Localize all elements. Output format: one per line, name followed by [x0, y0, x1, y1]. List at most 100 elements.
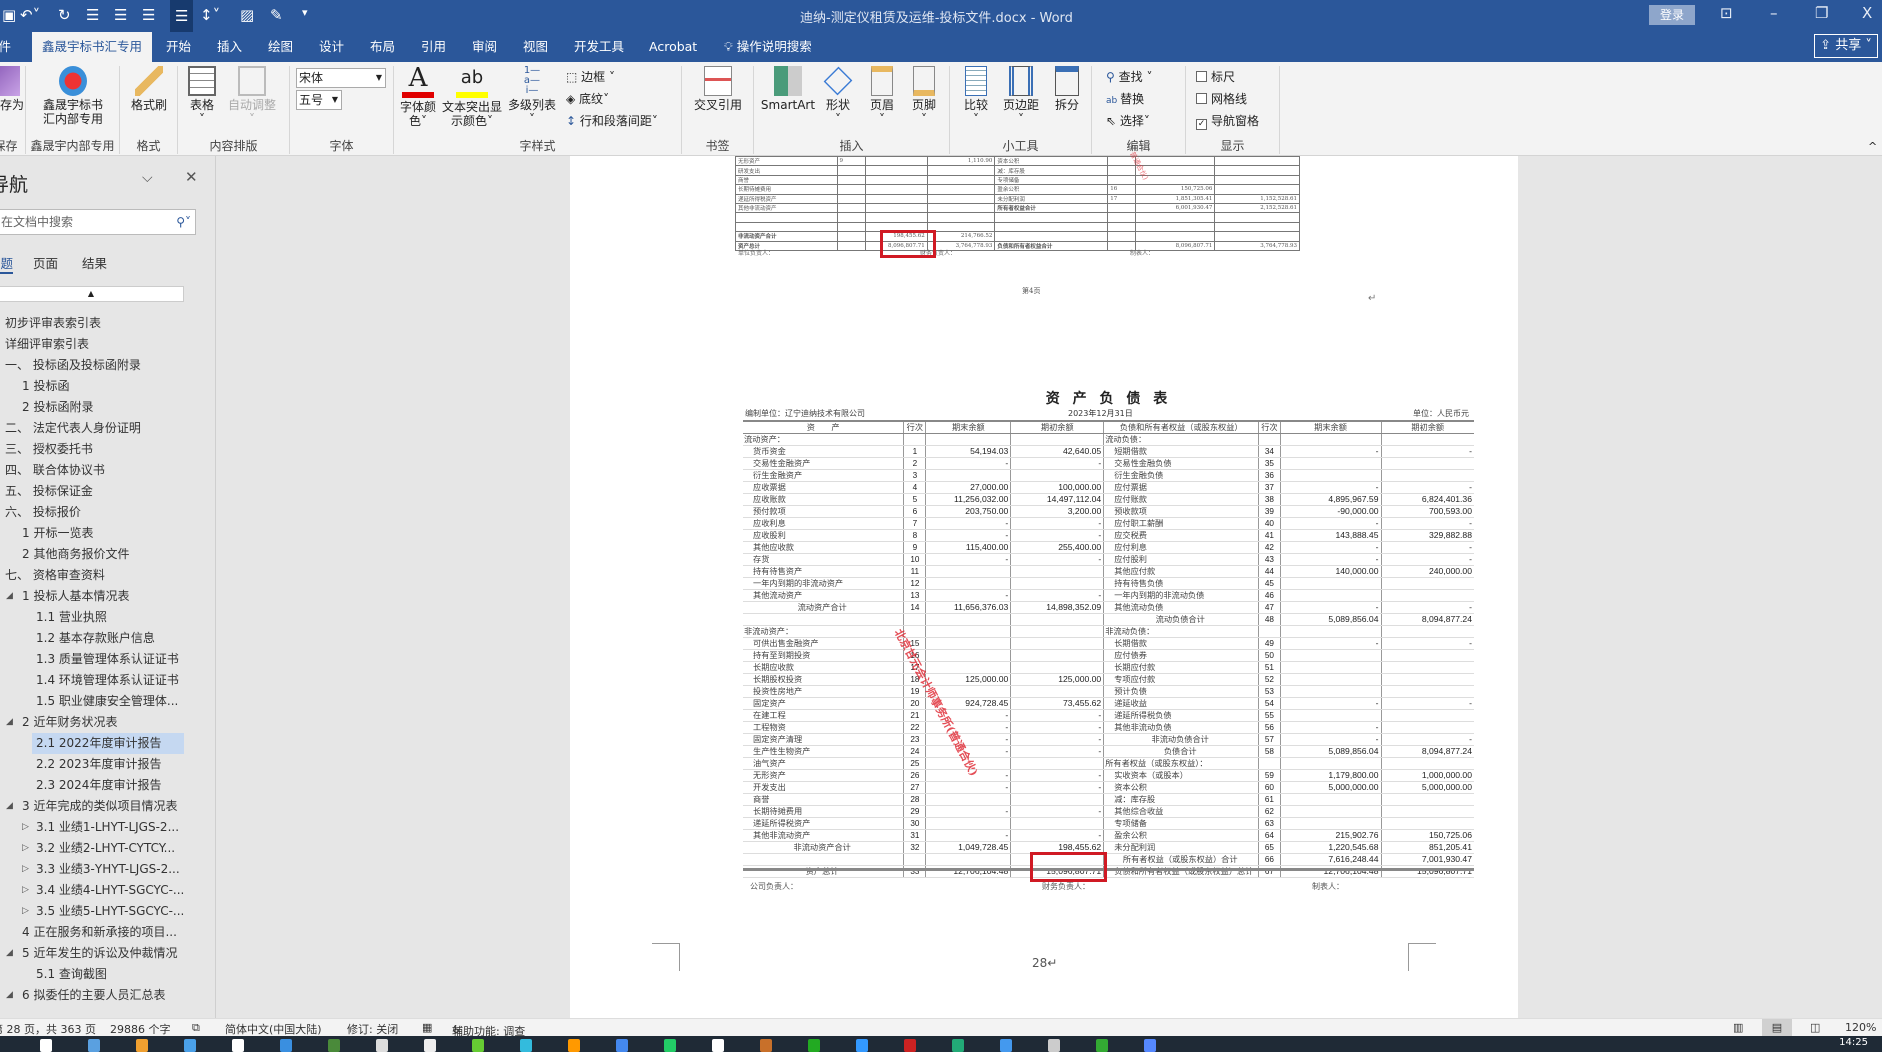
taskbar-app-icon[interactable] — [664, 1039, 676, 1052]
taskbar-app-icon[interactable] — [520, 1039, 532, 1052]
taskbar-app-icon[interactable] — [184, 1039, 196, 1052]
proofing-icon[interactable]: ⧉ — [192, 1021, 200, 1035]
nav-item[interactable]: 5.1 查询截图 — [36, 964, 107, 985]
taskbar-app-icon[interactable] — [376, 1039, 388, 1052]
shapes-button[interactable]: 形状 ˅ — [818, 66, 858, 126]
nav-item[interactable]: 1.2 基本存款账户信息 — [36, 628, 155, 649]
navigation-pane-checkbox[interactable]: ✓ 导航窗格 — [1196, 112, 1259, 130]
align-right-icon[interactable]: ☰ — [142, 6, 155, 24]
collapsed-triangle-icon[interactable]: ▷ — [22, 880, 29, 901]
tab-draw[interactable]: 绘图 — [268, 32, 293, 62]
nav-item[interactable]: 2 其他商务报价文件 — [22, 544, 129, 565]
nav-item[interactable]: 2 投标函附录 — [22, 397, 93, 418]
eraser-icon[interactable]: ✎ — [270, 6, 283, 24]
find-button[interactable]: ⚲ 查找 ˅ — [1106, 68, 1152, 85]
expanded-triangle-icon[interactable]: ◢ — [6, 586, 13, 607]
nav-item[interactable]: 3 近年完成的类似项目情况表 — [22, 796, 177, 817]
tab-acrobat[interactable]: Acrobat — [649, 32, 697, 62]
ribbon-display-button[interactable]: ⊡ — [1720, 4, 1733, 22]
close-button[interactable]: X — [1862, 4, 1872, 22]
taskbar-app-icon[interactable] — [808, 1039, 820, 1052]
gridlines-checkbox[interactable]: 网格线 — [1196, 90, 1247, 107]
share-button[interactable]: ⇪ 共享 ˅ — [1814, 34, 1878, 58]
taskbar-app-icon[interactable] — [616, 1039, 628, 1052]
undo-icon[interactable]: ↶˅ — [20, 6, 40, 24]
nav-item[interactable]: 1.3 质量管理体系认证证书 — [36, 649, 179, 670]
margins-button[interactable]: 页边距 ˅ — [998, 66, 1044, 126]
nav-item[interactable]: 2 近年财务状况表 — [22, 712, 117, 733]
collapsed-triangle-icon[interactable]: ▷ — [22, 838, 29, 859]
tell-me-search[interactable]: 💡︎ 操作说明搜索 — [724, 32, 812, 62]
taskbar-app-icon[interactable] — [904, 1039, 916, 1052]
collapsed-triangle-icon[interactable]: ▷ — [22, 817, 29, 838]
nav-item[interactable]: 初步评审表索引表 — [5, 313, 101, 334]
tab-home[interactable]: 开始 — [166, 32, 191, 62]
collapsed-triangle-icon[interactable]: ▷ — [22, 859, 29, 880]
tab-view[interactable]: 视图 — [523, 32, 548, 62]
search-icon[interactable]: ⚲˅ — [176, 210, 191, 234]
nav-search-input[interactable]: 在文档中搜索 ⚲˅ — [0, 209, 196, 235]
chevron-down-icon[interactable]: ⌵ — [142, 170, 153, 186]
taskbar-app-icon[interactable] — [40, 1039, 52, 1052]
tab-developer[interactable]: 开发工具 — [574, 32, 624, 62]
nav-item[interactable]: 四、 联合体协议书 — [5, 460, 105, 481]
tab-file[interactable]: 文件 — [0, 32, 11, 62]
taskbar-app-icon[interactable] — [952, 1039, 964, 1052]
taskbar-app-icon[interactable] — [568, 1039, 580, 1052]
maximize-button[interactable]: ❐ — [1815, 4, 1828, 22]
nav-item[interactable]: 详细评审索引表 — [5, 334, 89, 355]
taskbar-app-icon[interactable] — [712, 1039, 724, 1052]
select-button[interactable]: ⇖ 选择˅ — [1106, 112, 1150, 129]
nav-item[interactable]: 3.1 业绩1-LHYT-LJGS-2... — [36, 817, 179, 838]
replace-button[interactable]: ab 替换 — [1106, 90, 1144, 107]
border-button[interactable]: ⬚ 边框 ˅ — [566, 68, 615, 85]
internal-button[interactable]: 鑫晟宇标书 汇内部专用 — [34, 66, 112, 126]
collapsed-triangle-icon[interactable]: ▷ — [22, 901, 29, 922]
redo-icon[interactable]: ↻ — [58, 6, 71, 24]
nav-item[interactable]: 1.4 环境管理体系认证证书 — [36, 670, 179, 691]
line-spacing-button[interactable]: ↕ 行和段落间距˅ — [566, 112, 658, 129]
nav-item[interactable]: 3.5 业绩5-LHYT-SGCYC-... — [36, 901, 184, 922]
macro-icon[interactable]: ▦ — [422, 1021, 432, 1034]
taskbar-app-icon[interactable] — [1048, 1039, 1060, 1052]
collapse-all-bar[interactable]: ▲ — [0, 286, 184, 302]
nav-item[interactable]: 二、 法定代表人身份证明 — [5, 418, 141, 439]
align-center-icon[interactable]: ☰ — [114, 6, 127, 24]
close-icon[interactable]: ✕ — [185, 168, 198, 186]
taskbar-app-icon[interactable] — [856, 1039, 868, 1052]
line-spacing-icon[interactable]: ↕˅ — [200, 6, 220, 24]
format-painter-button[interactable]: 格式刷 — [126, 66, 172, 112]
expanded-triangle-icon[interactable]: ◢ — [6, 712, 13, 733]
shading-button[interactable]: ◈ 底纹˅ — [566, 90, 609, 107]
highlight-button[interactable]: ab 文本突出显 示颜色˅ — [440, 66, 504, 128]
nav-item[interactable]: 1 投标函 — [22, 376, 69, 397]
nav-item[interactable]: 3.3 业绩3-YHYT-LJGS-2... — [36, 859, 180, 880]
taskbar-app-icon[interactable] — [1144, 1039, 1156, 1052]
nav-item[interactable]: 1 开标一览表 — [22, 523, 93, 544]
vertical-scrollbar[interactable] — [1864, 156, 1882, 1018]
taskbar-app-icon[interactable] — [1096, 1039, 1108, 1052]
print-layout-icon[interactable]: ▤ — [1762, 1019, 1792, 1037]
table-button[interactable]: 表格 ˅ — [184, 66, 220, 126]
nav-item[interactable]: 3.2 业绩2-LHYT-CYTCY... — [36, 838, 175, 859]
align-left-icon[interactable]: ☰ — [86, 6, 99, 24]
smartart-button[interactable]: SmartArt — [760, 66, 816, 112]
nav-item[interactable]: 5 近年发生的诉讼及仲裁情况 — [22, 943, 177, 964]
expanded-triangle-icon[interactable]: ◢ — [6, 796, 13, 817]
nav-item[interactable]: 6 拟委任的主要人员汇总表 — [22, 985, 165, 1006]
nav-item[interactable]: 2.2 2023年度审计报告 — [36, 754, 161, 775]
language[interactable]: 简体中文(中国大陆) — [225, 1021, 322, 1037]
taskbar-app-icon[interactable] — [232, 1039, 244, 1052]
split-button[interactable]: 拆分 — [1048, 66, 1086, 112]
justify-icon[interactable]: ☰ — [170, 0, 194, 32]
expanded-triangle-icon[interactable]: ◢ — [6, 985, 13, 1006]
customize-icon[interactable]: ▾ — [302, 6, 308, 19]
header-button[interactable]: 页眉 ˅ — [862, 66, 902, 126]
nav-item[interactable]: 三、 授权委托书 — [5, 439, 93, 460]
nav-item[interactable]: 五、 投标保证金 — [5, 481, 93, 502]
save-as-icon[interactable]: ▨ — [240, 6, 254, 24]
expanded-triangle-icon[interactable]: ◢ — [6, 943, 13, 964]
nav-item[interactable]: 1.5 职业健康安全管理体... — [36, 691, 178, 712]
nav-item[interactable]: 2.1 2022年度审计报告 — [32, 733, 184, 754]
taskbar-app-icon[interactable] — [1000, 1039, 1012, 1052]
